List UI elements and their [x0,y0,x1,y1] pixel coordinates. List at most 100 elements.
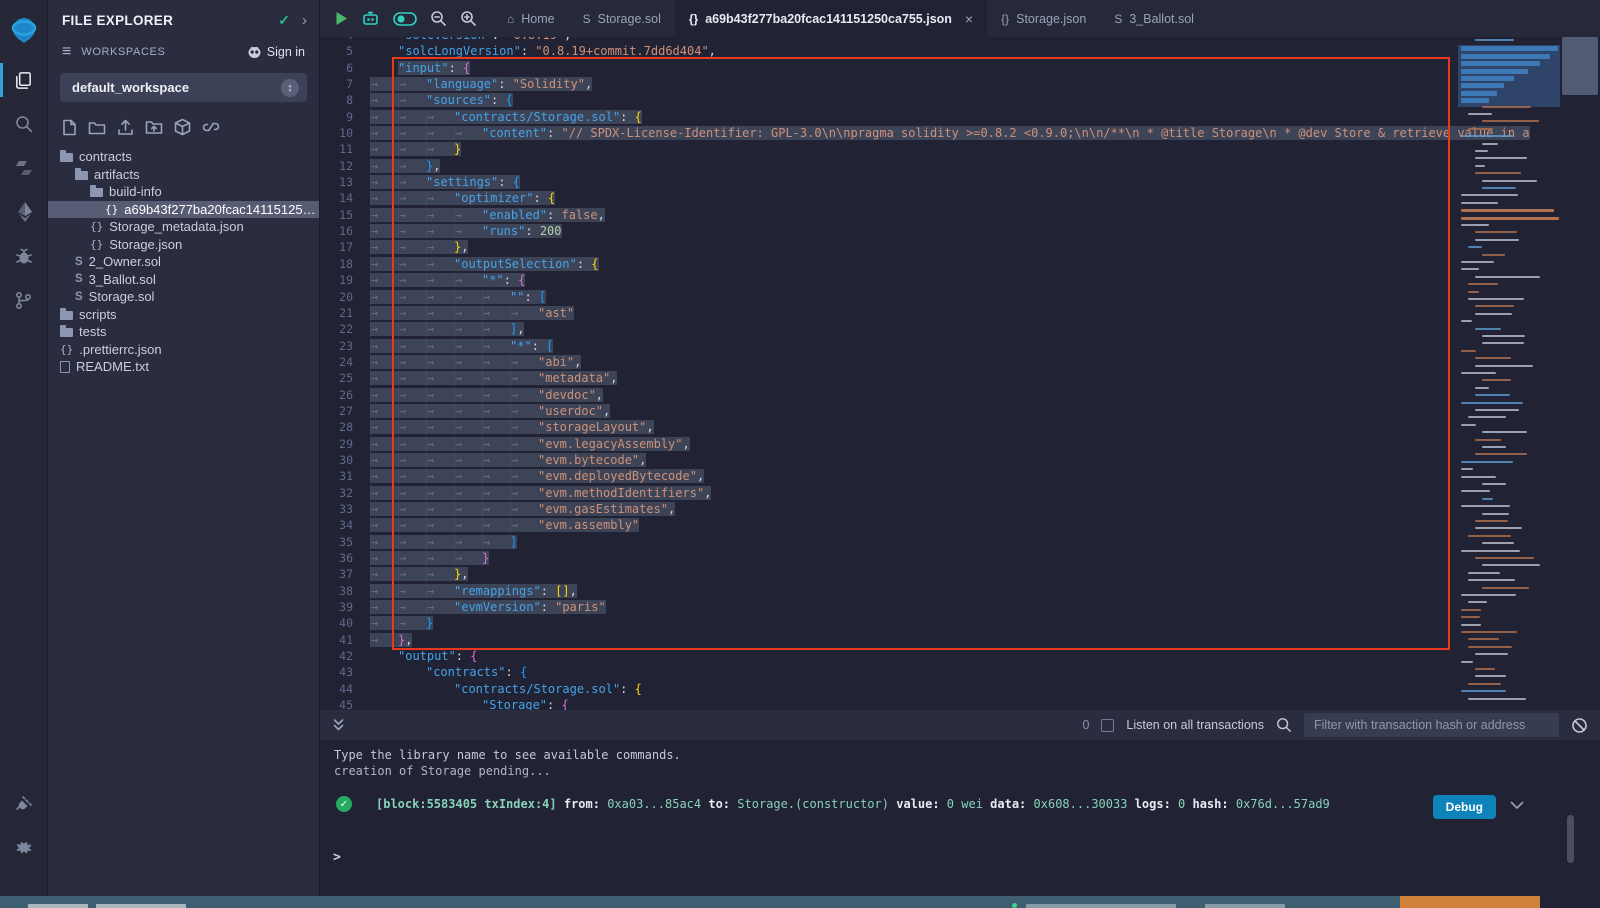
scam-alert-segment[interactable] [1400,896,1540,908]
tree-item-storage-sol[interactable]: SStorage.sol [48,288,319,306]
new-file-icon[interactable] [62,119,77,136]
zoom-in-icon[interactable] [460,10,477,27]
zoom-out-icon[interactable] [430,10,447,27]
code-line-25[interactable]: 25→→→→→→"metadata", [320,370,1458,386]
sidebar-item-plugin-manager[interactable] [0,782,48,826]
tree-item-tests[interactable]: tests [48,323,319,341]
code-line-43[interactable]: 43"contracts": { [320,664,1458,680]
code-line-36[interactable]: 36→→→→} [320,550,1458,566]
code-line-10[interactable]: 10→→→→"content": "// SPDX-License-Identi… [320,125,1458,141]
code-line-19[interactable]: 19→→→→"*": { [320,272,1458,288]
tab-storage-json[interactable]: {}Storage.json [987,0,1100,37]
terminal-prompt[interactable]: > [333,850,341,865]
code-line-13[interactable]: 13→→"settings": { [320,174,1458,190]
expand-terminal-icon[interactable] [332,718,345,732]
code-line-23[interactable]: 23→→→→→"*": [ [320,338,1458,354]
code-line-6[interactable]: 6"input": { [320,60,1458,76]
code-line-41[interactable]: 41→}, [320,632,1458,648]
tree-item-artifacts[interactable]: artifacts [48,166,319,184]
code-line-26[interactable]: 26→→→→→→"devdoc", [320,387,1458,403]
code-line-28[interactable]: 28→→→→→→"storageLayout", [320,419,1458,435]
tree-item-storage-metadata-json[interactable]: {}Storage_metadata.json [48,218,319,236]
code-line-45[interactable]: 45"Storage": { [320,697,1458,710]
code-editor[interactable]: 4"solcVersion": "0.8.19",5"solcLongVersi… [320,37,1600,710]
code-line-38[interactable]: 38→→→"remappings": [], [320,583,1458,599]
code-line-18[interactable]: 18→→→"outputSelection": { [320,256,1458,272]
cube-icon[interactable] [174,118,191,136]
line-number: 14 [320,190,370,206]
code-line-15[interactable]: 15→→→→"enabled": false, [320,207,1458,223]
upload-file-icon[interactable] [117,119,134,136]
code-line-40[interactable]: 40→→} [320,615,1458,631]
scrollbar-thumb[interactable] [1562,37,1598,95]
remix-logo[interactable] [0,8,48,52]
code-line-42[interactable]: 42"output": { [320,648,1458,664]
code-line-35[interactable]: 35→→→→→] [320,534,1458,550]
code-line-9[interactable]: 9→→→"contracts/Storage.sol": { [320,109,1458,125]
tree-item-label: a69b43f277ba20fcac141151250ca7... [124,202,319,217]
sidebar-item-file-explorer[interactable] [0,58,48,102]
code-line-8[interactable]: 8→→"sources": { [320,92,1458,108]
expand-tx-icon[interactable] [1510,801,1524,810]
code-line-12[interactable]: 12→→}, [320,158,1458,174]
sidebar-item-solidity-compiler[interactable] [0,146,48,190]
copilot-toggle-icon[interactable] [393,12,417,26]
link-icon[interactable] [202,120,220,134]
upload-folder-icon[interactable] [145,119,163,135]
clear-console-icon[interactable] [1571,717,1588,734]
tab-a69b43f277ba20fcac141151250ca755-json[interactable]: {}a69b43f277ba20fcac141151250ca755.json× [675,0,987,37]
tab-3-ballot-sol[interactable]: S3_Ballot.sol [1100,0,1208,37]
tree-item-2-owner-sol[interactable]: S2_Owner.sol [48,253,319,271]
code-line-20[interactable]: 20→→→→→"": [ [320,289,1458,305]
debug-button[interactable]: Debug [1433,795,1496,819]
workspaces-menu-icon[interactable]: ≡ [62,43,71,61]
new-folder-icon[interactable] [88,120,106,135]
minimap[interactable] [1458,37,1560,710]
code-line-22[interactable]: 22→→→→→], [320,321,1458,337]
code-line-21[interactable]: 21→→→→→→"ast" [320,305,1458,321]
code-line-31[interactable]: 31→→→→→→"evm.deployedBytecode", [320,468,1458,484]
code-line-44[interactable]: 44"contracts/Storage.sol": { [320,681,1458,697]
tree-item-contracts[interactable]: contracts [48,148,319,166]
transaction-log-row[interactable]: ✓ [block:5583405 txIndex:4] from: 0xa03.… [336,796,1510,812]
transaction-filter-input[interactable] [1304,713,1559,737]
code-line-24[interactable]: 24→→→→→→"abi", [320,354,1458,370]
code-line-29[interactable]: 29→→→→→→"evm.legacyAssembly", [320,436,1458,452]
code-line-17[interactable]: 17→→→}, [320,239,1458,255]
sidebar-item-deploy-and-run[interactable] [0,190,48,234]
code-line-5[interactable]: 5"solcLongVersion": "0.8.19+commit.7dd6d… [320,43,1458,59]
panel-collapse-icon[interactable]: › [302,12,307,29]
tree-item-3-ballot-sol[interactable]: S3_Ballot.sol [48,271,319,289]
code-line-33[interactable]: 33→→→→→→"evm.gasEstimates", [320,501,1458,517]
workspace-select[interactable]: default_workspace ↕ [60,73,307,102]
terminal-scrollbar[interactable] [1567,815,1574,863]
minimap-line [1461,261,1494,263]
ai-assistant-icon[interactable] [361,10,380,27]
code-line-30[interactable]: 30→→→→→→"evm.bytecode", [320,452,1458,468]
code-line-27[interactable]: 27→→→→→→"userdoc", [320,403,1458,419]
sidebar-item-settings[interactable] [0,826,48,870]
tree-item-readme-txt[interactable]: README.txt [48,358,319,376]
tree-item-a69b43f277ba20fcac141151250ca7-[interactable]: {}a69b43f277ba20fcac141151250ca7... [48,201,319,219]
code-line-34[interactable]: 34→→→→→→"evm.assembly" [320,517,1458,533]
tree-item-storage-json[interactable]: {}Storage.json [48,236,319,254]
sign-in-button[interactable]: Sign in [247,45,305,59]
tree-item-build-info[interactable]: build-info [48,183,319,201]
code-line-39[interactable]: 39→→→"evmVersion": "paris" [320,599,1458,615]
listen-checkbox[interactable] [1101,719,1114,732]
sidebar-item-search[interactable] [0,102,48,146]
tab-home[interactable]: ⌂Home [493,0,569,37]
code-line-37[interactable]: 37→→→}, [320,566,1458,582]
tree-item-scripts[interactable]: scripts [48,306,319,324]
code-line-16[interactable]: 16→→→→"runs": 200 [320,223,1458,239]
code-line-11[interactable]: 11→→→} [320,141,1458,157]
sidebar-item-git[interactable] [0,278,48,322]
run-script-icon[interactable] [335,11,348,26]
code-line-7[interactable]: 7→→"language": "Solidity", [320,76,1458,92]
tree-item--prettierrc-json[interactable]: {}.prettierrc.json [48,341,319,359]
close-tab-icon[interactable]: × [965,11,973,27]
sidebar-item-debugger[interactable] [0,234,48,278]
code-line-14[interactable]: 14→→→"optimizer": { [320,190,1458,206]
tab-storage-sol[interactable]: SStorage.sol [569,0,675,37]
code-line-32[interactable]: 32→→→→→→"evm.methodIdentifiers", [320,485,1458,501]
